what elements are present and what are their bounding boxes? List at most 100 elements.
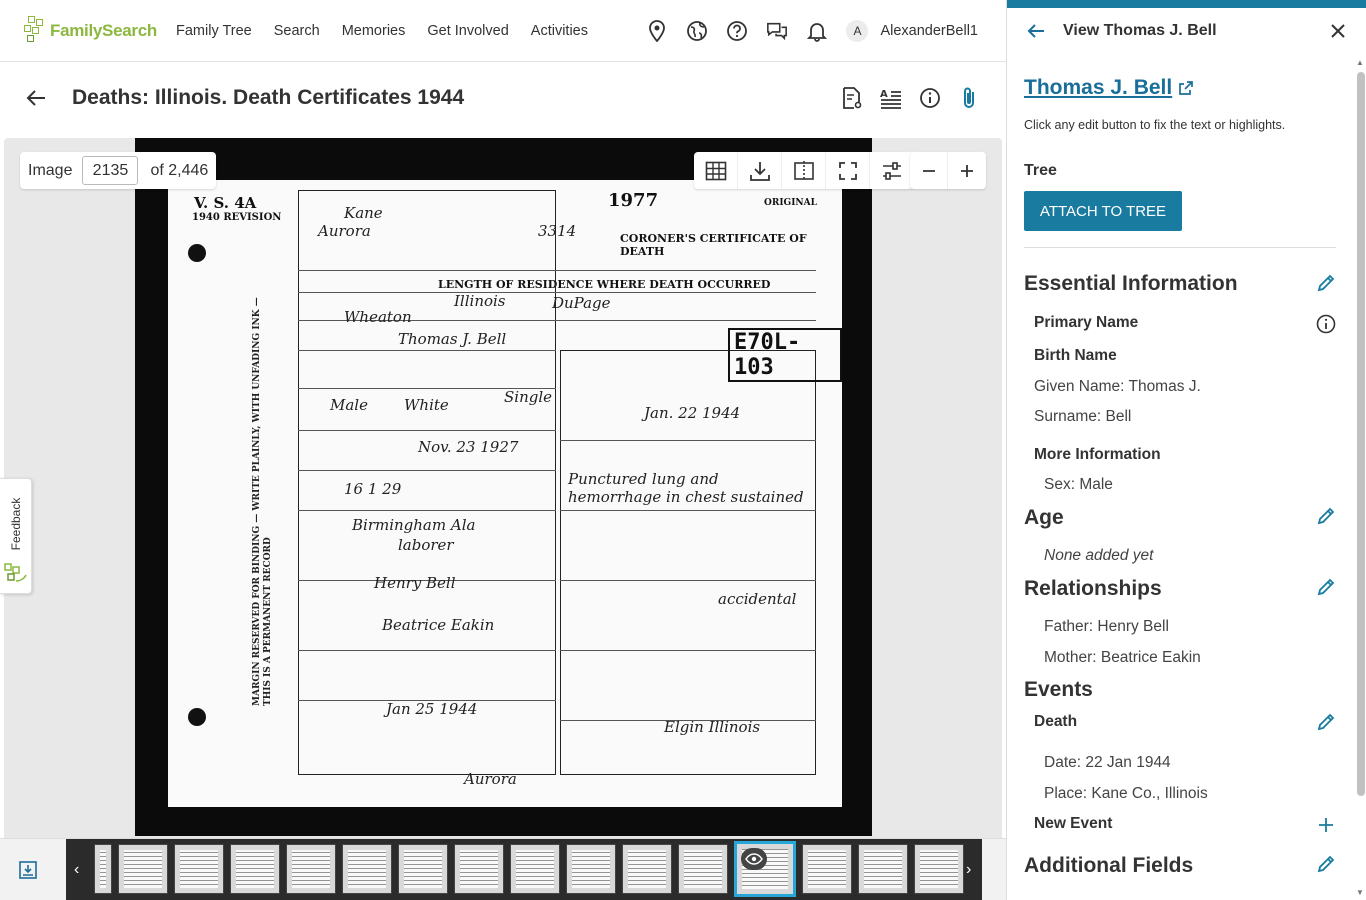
nav-icons: A AlexanderBell1 xyxy=(628,19,978,42)
scroll-up-icon[interactable]: ▲ xyxy=(1356,58,1364,67)
hw-cause: Punctured lung and hemorrhage in chest s… xyxy=(568,470,804,506)
image-number-input[interactable]: 2135 xyxy=(82,156,139,185)
image-total: of 2,446 xyxy=(150,161,209,179)
logo-tree-icon xyxy=(24,15,48,46)
image-viewer[interactable]: V. S. 4A 1940 REVISION 1977 ORIGINAL COR… xyxy=(4,138,1002,838)
death-certificate: V. S. 4A 1940 REVISION 1977 ORIGINAL COR… xyxy=(168,180,842,807)
thumbnail[interactable] xyxy=(678,844,728,894)
split-view-icon xyxy=(793,160,814,181)
divider xyxy=(1024,247,1336,248)
close-icon[interactable] xyxy=(1327,20,1349,42)
panel-title: View Thomas J. Bell xyxy=(1063,22,1217,39)
zoom-in-button[interactable] xyxy=(948,152,986,189)
edit-essential-pencil-icon[interactable] xyxy=(1315,272,1337,294)
attachment-icon[interactable] xyxy=(956,85,982,111)
back-arrow-icon[interactable] xyxy=(24,86,48,110)
birth-name-label: Birth Name xyxy=(1034,347,1117,364)
age-value: None added yet xyxy=(1044,547,1154,564)
nav-search[interactable]: Search xyxy=(274,23,320,39)
thumbnail[interactable] xyxy=(342,844,392,894)
nav-get-involved[interactable]: Get Involved xyxy=(427,23,508,39)
thumbnail-active[interactable] xyxy=(734,841,796,897)
text-lines-icon[interactable]: A xyxy=(878,85,904,111)
hw-residence-county: DuPage xyxy=(552,294,611,312)
primary-name-info-icon[interactable] xyxy=(1315,313,1337,335)
feedback-logo-icon xyxy=(4,563,27,582)
mother-value: Mother: Beatrice Eakin xyxy=(1044,649,1201,666)
chat-icon[interactable] xyxy=(766,20,788,42)
person-name-link[interactable]: Thomas J. Bell xyxy=(1024,76,1194,100)
thumbnail[interactable] xyxy=(230,844,280,894)
grid-icon xyxy=(705,161,726,180)
user-avatar[interactable]: A xyxy=(846,19,869,42)
logo-text: FamilySearch xyxy=(50,20,157,40)
hw-death-date: Jan. 22 1944 xyxy=(644,404,741,422)
adjust-button[interactable] xyxy=(870,152,914,189)
edit-age-pencil-icon[interactable] xyxy=(1315,505,1337,527)
fullscreen-button[interactable] xyxy=(826,152,870,189)
feedback-tab[interactable]: Feedback xyxy=(0,478,32,594)
thumbnail[interactable] xyxy=(174,844,224,894)
download-button[interactable] xyxy=(738,152,782,189)
death-event-label: Death xyxy=(1034,713,1078,730)
edit-relationships-pencil-icon[interactable] xyxy=(1315,576,1337,598)
record-image[interactable]: V. S. 4A 1940 REVISION 1977 ORIGINAL COR… xyxy=(135,138,872,836)
scrollbar-thumb[interactable] xyxy=(1357,72,1365,796)
form-rule xyxy=(298,470,556,471)
hw-undertaker-city: Aurora xyxy=(464,770,517,788)
more-info-label: More Information xyxy=(1034,446,1161,463)
year-stamp: 1977 xyxy=(608,190,659,211)
info-icon[interactable] xyxy=(917,85,943,111)
hw-birth-date: Nov. 23 1927 xyxy=(418,438,519,456)
file-number: E70L-103 xyxy=(728,328,842,382)
grid-view-button[interactable] xyxy=(694,152,738,189)
panel-back-arrow-icon[interactable] xyxy=(1025,20,1047,42)
image-label: Image xyxy=(28,161,73,179)
globe-icon[interactable] xyxy=(686,20,708,42)
nav-family-tree[interactable]: Family Tree xyxy=(176,23,252,39)
chevron-left-icon[interactable]: ‹ xyxy=(74,861,79,879)
form-rule xyxy=(298,270,816,271)
panel-scrollbar[interactable]: ▲ ▼ xyxy=(1353,56,1366,900)
thumbnail[interactable] xyxy=(914,844,964,894)
original-label: ORIGINAL xyxy=(764,198,817,208)
primary-name-label: Primary Name xyxy=(1034,314,1139,331)
panel-header: View Thomas J. Bell xyxy=(1007,8,1366,54)
thumbnail[interactable] xyxy=(118,844,168,894)
relationships-heading: Relationships xyxy=(1024,577,1162,600)
sex-value: Sex: Male xyxy=(1044,476,1113,493)
thumbnail[interactable] xyxy=(802,844,852,894)
record-details-icon[interactable] xyxy=(839,85,865,111)
thumbnail[interactable] xyxy=(622,844,672,894)
form-code: V. S. 4A xyxy=(194,194,257,212)
scroll-down-icon[interactable]: ▼ xyxy=(1356,888,1364,897)
thumbnail[interactable] xyxy=(510,844,560,894)
help-icon[interactable] xyxy=(726,20,748,42)
thumbnail[interactable] xyxy=(858,844,908,894)
thumbnail[interactable] xyxy=(454,844,504,894)
edit-death-pencil-icon[interactable] xyxy=(1315,711,1337,733)
thumbnail[interactable] xyxy=(94,844,112,894)
edit-additional-pencil-icon[interactable] xyxy=(1315,853,1337,875)
nav-memories[interactable]: Memories xyxy=(342,23,406,39)
familysearch-logo[interactable]: FamilySearch xyxy=(24,11,174,51)
thumbnail[interactable] xyxy=(566,844,616,894)
hw-full-name: Thomas J. Bell xyxy=(398,330,507,348)
collapse-strip-button[interactable] xyxy=(14,856,42,884)
compare-button[interactable] xyxy=(782,152,826,189)
username[interactable]: AlexanderBell1 xyxy=(880,23,978,39)
add-event-plus-icon[interactable] xyxy=(1315,814,1337,836)
chevron-right-icon[interactable]: › xyxy=(966,861,971,879)
zoom-toolbar xyxy=(910,152,986,189)
thumbnail[interactable] xyxy=(286,844,336,894)
nav-activities[interactable]: Activities xyxy=(531,23,588,39)
hw-reg-no: 3314 xyxy=(538,222,577,240)
attach-to-tree-button[interactable]: ATTACH TO TREE xyxy=(1024,191,1182,231)
filmstrip[interactable]: ‹ › xyxy=(66,839,982,900)
thumbnail[interactable] xyxy=(398,844,448,894)
zoom-out-button[interactable] xyxy=(910,152,948,189)
margin-text: MARGIN RESERVED FOR BINDING — WRITE PLAI… xyxy=(252,297,273,706)
map-pin-icon[interactable] xyxy=(646,19,668,42)
hw-birthplace: Birmingham Ala xyxy=(352,516,476,534)
bell-icon[interactable] xyxy=(806,20,828,42)
